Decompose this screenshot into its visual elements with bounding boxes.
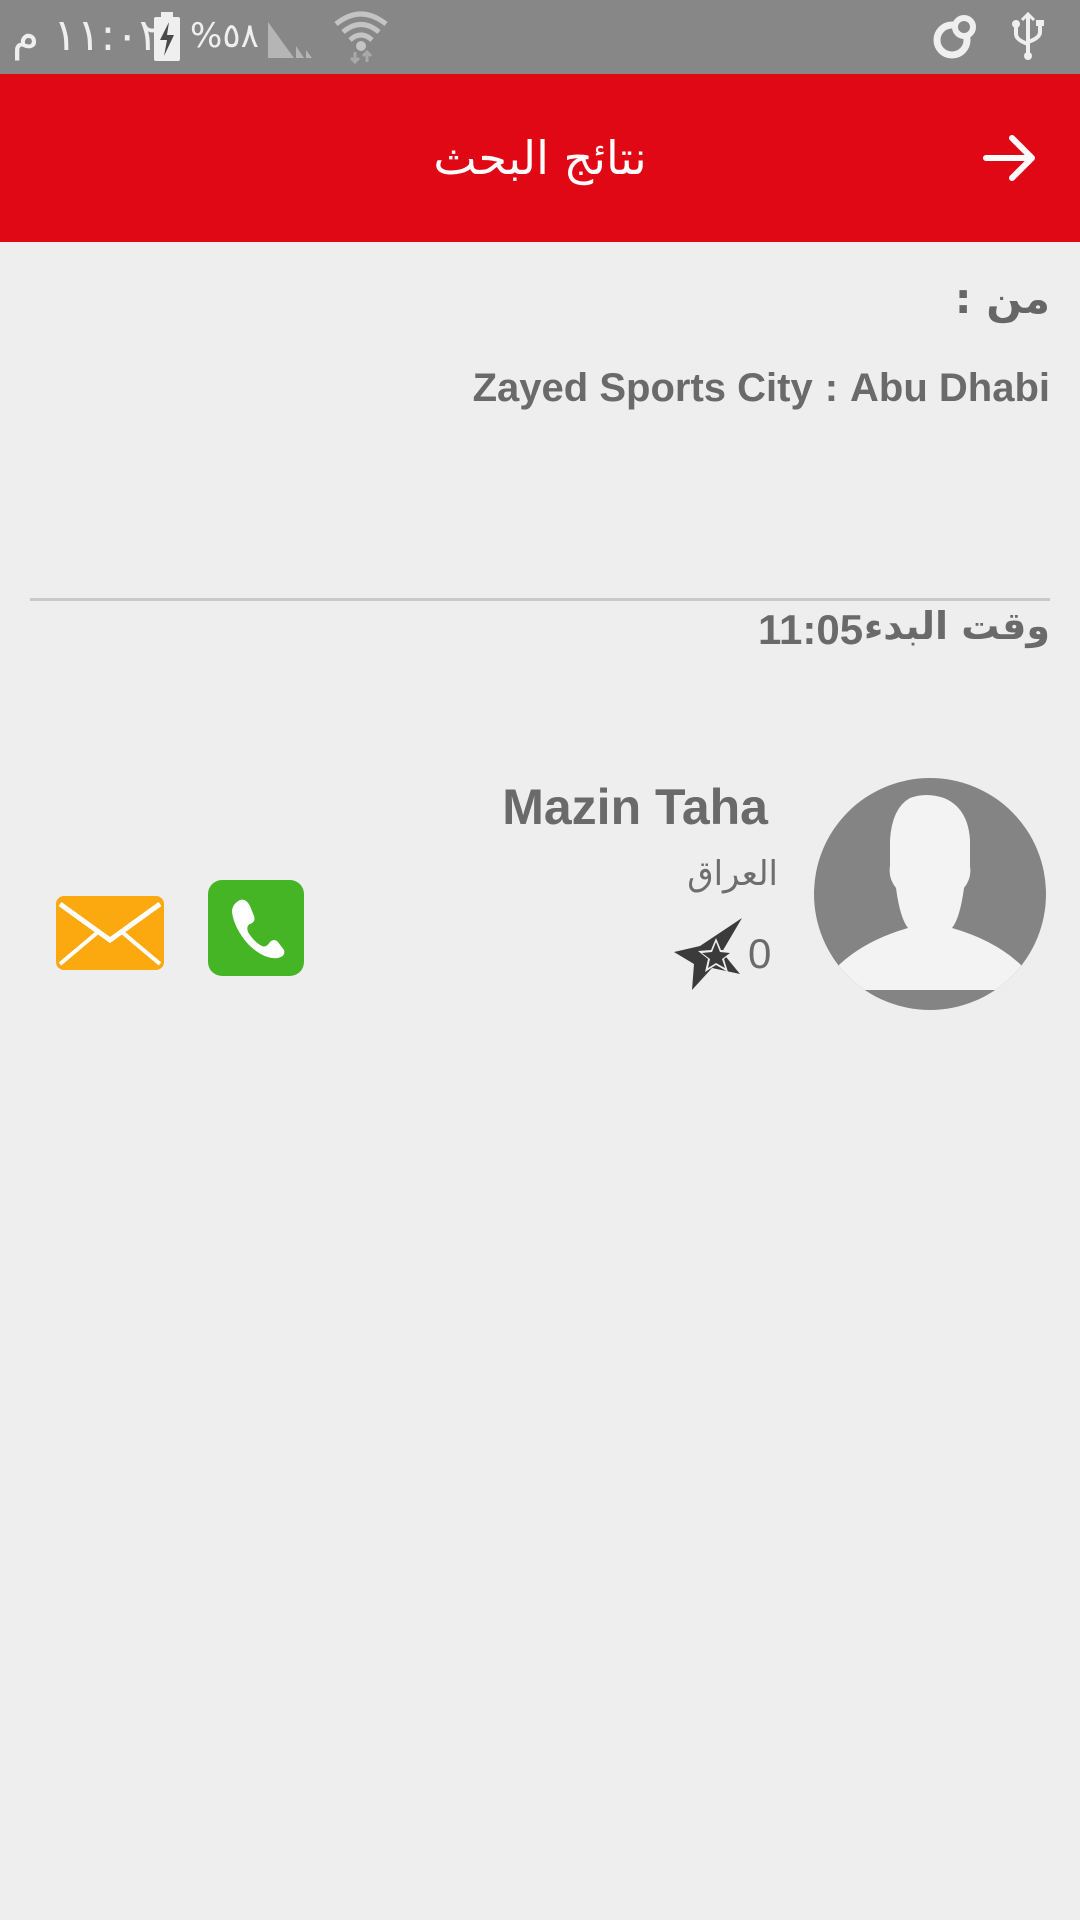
wifi-icon <box>334 8 388 68</box>
status-bar: ١١:٠٢ م %٥٨ <box>0 0 1080 74</box>
route-separator: : <box>824 366 839 410</box>
page-title: نتائج البحث <box>433 131 647 185</box>
from-place: Zayed Sports City <box>472 366 813 410</box>
start-time-value: 11:05 <box>758 606 864 653</box>
star-icon <box>672 916 744 996</box>
call-button[interactable] <box>208 880 304 976</box>
person-placeholder-icon <box>828 795 1032 990</box>
email-button[interactable] <box>56 896 164 970</box>
signal-icon <box>266 14 316 64</box>
battery-percent: %٥٨ <box>190 16 259 56</box>
route-text: Zayed Sports City: Abu Dhabi <box>473 366 1050 411</box>
driver-country: العراق <box>687 854 778 894</box>
usb-icon <box>1010 11 1046 64</box>
from-label: من : <box>954 274 1050 323</box>
app-bar: نتائج البحث <box>0 74 1080 242</box>
envelope-icon <box>58 901 162 966</box>
avatar <box>814 778 1046 1010</box>
from-city: Abu Dhabi <box>850 366 1050 410</box>
start-time-label: وقت البدء <box>863 604 1050 648</box>
status-time: ١١:٠٢ م <box>12 10 163 61</box>
rating-value: 0 <box>748 930 772 977</box>
battery-charging-icon <box>152 12 182 66</box>
driver-name: Mazin Taha <box>502 779 768 835</box>
arrow-right-icon <box>983 135 1035 181</box>
sync-icon <box>932 14 978 64</box>
back-button[interactable] <box>974 122 1046 194</box>
divider <box>30 598 1050 601</box>
phone-icon <box>232 899 285 959</box>
